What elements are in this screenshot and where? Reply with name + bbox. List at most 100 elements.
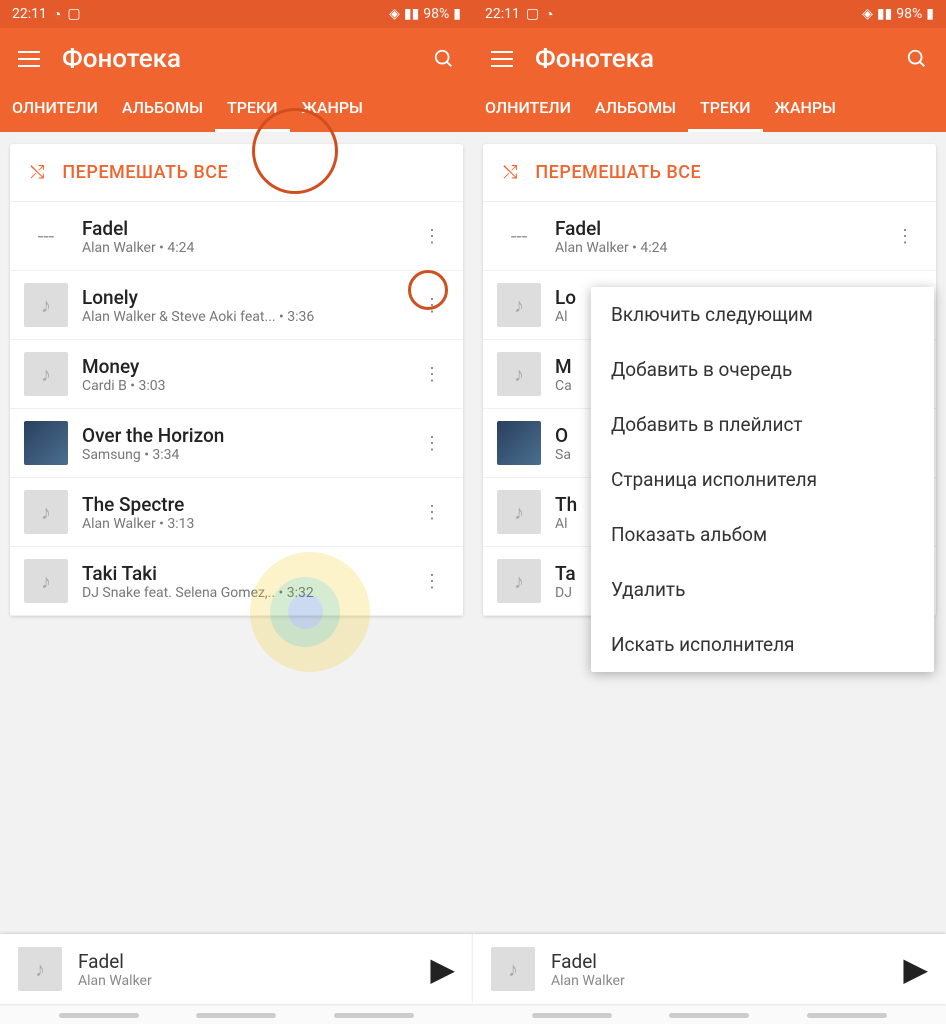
search-icon[interactable]	[433, 48, 455, 70]
search-icon[interactable]	[906, 48, 928, 70]
track-thumb: ♪	[24, 490, 68, 534]
tab-artists[interactable]: ОЛНИТЕЛИ	[0, 84, 110, 132]
android-navbar	[0, 1006, 473, 1024]
menu-item-delete[interactable]: Удалить	[591, 562, 934, 617]
shuffle-label: ПЕРЕМЕШАТЬ ВСЕ	[62, 162, 228, 183]
track-title: Fadel	[555, 217, 874, 240]
battery-text: 98%	[423, 6, 449, 22]
status-icon: ▢	[526, 6, 539, 22]
menu-icon[interactable]	[491, 51, 513, 67]
play-icon[interactable]: ▶	[903, 950, 928, 988]
page-title: Фонотека	[62, 44, 411, 74]
more-icon[interactable]: ⋮	[415, 222, 449, 251]
track-title: Fadel	[82, 217, 401, 240]
track-title: Money	[82, 355, 401, 378]
phone-right: 22:11 ▢ ◔ ◈ ▮▮ 98% ▮ Фонотека ОЛНИТЕЛИ А…	[473, 0, 946, 1024]
track-title: Over the Horizon	[82, 424, 401, 447]
tab-genres[interactable]: ЖАНРЫ	[290, 84, 375, 132]
more-icon[interactable]: ⋮	[415, 291, 449, 320]
battery-icon: ▮	[926, 6, 934, 22]
track-subtitle: DJ Snake feat. Selena Gomez,.. • 3:32	[82, 585, 401, 601]
status-icon: ▢	[67, 6, 80, 22]
status-bar: 22:11 ◔ ▢ ◈ ▮▮ 98% ▮	[0, 0, 473, 28]
tab-genres[interactable]: ЖАНРЫ	[763, 84, 848, 132]
track-thumb: ♪	[497, 490, 541, 534]
now-playing-bar[interactable]: ♪ Fadel Alan Walker ▶	[0, 934, 473, 1004]
tab-tracks[interactable]: ТРЕКИ	[215, 84, 290, 132]
now-playing-thumb: ♪	[18, 947, 62, 991]
more-icon[interactable]: ⋮	[415, 567, 449, 596]
now-playing-thumb: ♪	[491, 947, 535, 991]
context-menu: Включить следующим Добавить в очередь До…	[591, 287, 934, 672]
wifi-icon: ◈	[862, 6, 873, 22]
app-header: Фонотека	[473, 28, 946, 84]
now-playing-bar[interactable]: ♪ Fadel Alan Walker ▶	[473, 934, 946, 1004]
battery-icon: ▮	[453, 6, 461, 22]
more-icon[interactable]: ⋮	[415, 429, 449, 458]
content: ⤭ ПЕРЕМЕШАТЬ ВСЕ --- Fadel Alan Walker •…	[473, 132, 946, 1024]
app-header: Фонотека	[0, 28, 473, 84]
menu-item-play-next[interactable]: Включить следующим	[591, 287, 934, 342]
content: ⤭ ПЕРЕМЕШАТЬ ВСЕ --- Fadel Alan Walker •…	[0, 132, 473, 1024]
track-list-card: ⤭ ПЕРЕМЕШАТЬ ВСЕ --- Fadel Alan Walker •…	[10, 144, 463, 616]
track-row[interactable]: ♪ Money Cardi B • 3:03 ⋮	[10, 340, 463, 409]
status-icon: ◔	[545, 6, 553, 23]
track-subtitle: Alan Walker • 4:24	[82, 240, 401, 256]
track-thumb: ♪	[497, 352, 541, 396]
now-playing-artist: Alan Walker	[78, 973, 414, 989]
track-row[interactable]: Over the Horizon Samsung • 3:34 ⋮	[10, 409, 463, 478]
track-row[interactable]: ♪ The Spectre Alan Walker • 3:13 ⋮	[10, 478, 463, 547]
track-title: The Spectre	[82, 493, 401, 516]
now-playing-title: Fadel	[78, 950, 414, 973]
track-row[interactable]: ♪ Lonely Alan Walker & Steve Aoki feat..…	[10, 271, 463, 340]
track-row[interactable]: ♪ Taki Taki DJ Snake feat. Selena Gomez,…	[10, 547, 463, 616]
tab-albums[interactable]: АЛЬБОМЫ	[110, 84, 215, 132]
shuffle-icon: ⤭	[30, 162, 44, 183]
track-subtitle: Alan Walker • 3:13	[82, 516, 401, 532]
tab-artists[interactable]: ОЛНИТЕЛИ	[473, 84, 583, 132]
more-icon[interactable]: ⋮	[415, 360, 449, 389]
signal-icon: ▮▮	[877, 6, 892, 22]
track-thumb: ♪	[24, 283, 68, 327]
shuffle-all-button[interactable]: ⤭ ПЕРЕМЕШАТЬ ВСЕ	[10, 144, 463, 202]
track-thumb	[497, 421, 541, 465]
status-icon: ◔	[53, 6, 61, 23]
menu-item-artist-page[interactable]: Страница исполнителя	[591, 452, 934, 507]
track-subtitle: Alan Walker • 4:24	[555, 240, 874, 256]
page-title: Фонотека	[535, 44, 884, 74]
tabs: ОЛНИТЕЛИ АЛЬБОМЫ ТРЕКИ ЖАНРЫ	[473, 84, 946, 132]
status-bar: 22:11 ▢ ◔ ◈ ▮▮ 98% ▮	[473, 0, 946, 28]
shuffle-icon: ⤭	[503, 162, 517, 183]
track-thumb: ♪	[24, 352, 68, 396]
more-icon[interactable]: ⋮	[888, 222, 922, 251]
menu-item-add-playlist[interactable]: Добавить в плейлист	[591, 397, 934, 452]
track-thumb	[24, 421, 68, 465]
menu-item-add-queue[interactable]: Добавить в очередь	[591, 342, 934, 397]
track-row[interactable]: --- Fadel Alan Walker • 4:24 ⋮	[483, 202, 936, 271]
track-title: Lonely	[82, 286, 401, 309]
track-thumb: ♪	[24, 559, 68, 603]
now-playing-artist: Alan Walker	[551, 973, 887, 989]
more-icon[interactable]: ⋮	[415, 498, 449, 527]
track-thumb: ♪	[497, 283, 541, 327]
now-playing-title: Fadel	[551, 950, 887, 973]
track-title: Taki Taki	[82, 562, 401, 585]
phone-left: 22:11 ◔ ▢ ◈ ▮▮ 98% ▮ Фонотека ОЛНИТЕЛИ А…	[0, 0, 473, 1024]
track-subtitle: Alan Walker & Steve Aoki feat... • 3:36	[82, 309, 401, 325]
track-subtitle: Cardi B • 3:03	[82, 378, 401, 394]
shuffle-all-button[interactable]: ⤭ ПЕРЕМЕШАТЬ ВСЕ	[483, 144, 936, 202]
android-navbar	[473, 1006, 946, 1024]
menu-icon[interactable]	[18, 51, 40, 67]
status-time: 22:11	[485, 6, 520, 22]
status-time: 22:11	[12, 6, 47, 22]
tab-tracks[interactable]: ТРЕКИ	[688, 84, 763, 132]
tab-albums[interactable]: АЛЬБОМЫ	[583, 84, 688, 132]
track-thumb: ♪	[497, 559, 541, 603]
wifi-icon: ◈	[389, 6, 400, 22]
shuffle-label: ПЕРЕМЕШАТЬ ВСЕ	[535, 162, 701, 183]
play-icon[interactable]: ▶	[430, 950, 455, 988]
track-subtitle: Samsung • 3:34	[82, 447, 401, 463]
menu-item-search-artist[interactable]: Искать исполнителя	[591, 617, 934, 672]
menu-item-show-album[interactable]: Показать альбом	[591, 507, 934, 562]
track-row[interactable]: --- Fadel Alan Walker • 4:24 ⋮	[10, 202, 463, 271]
